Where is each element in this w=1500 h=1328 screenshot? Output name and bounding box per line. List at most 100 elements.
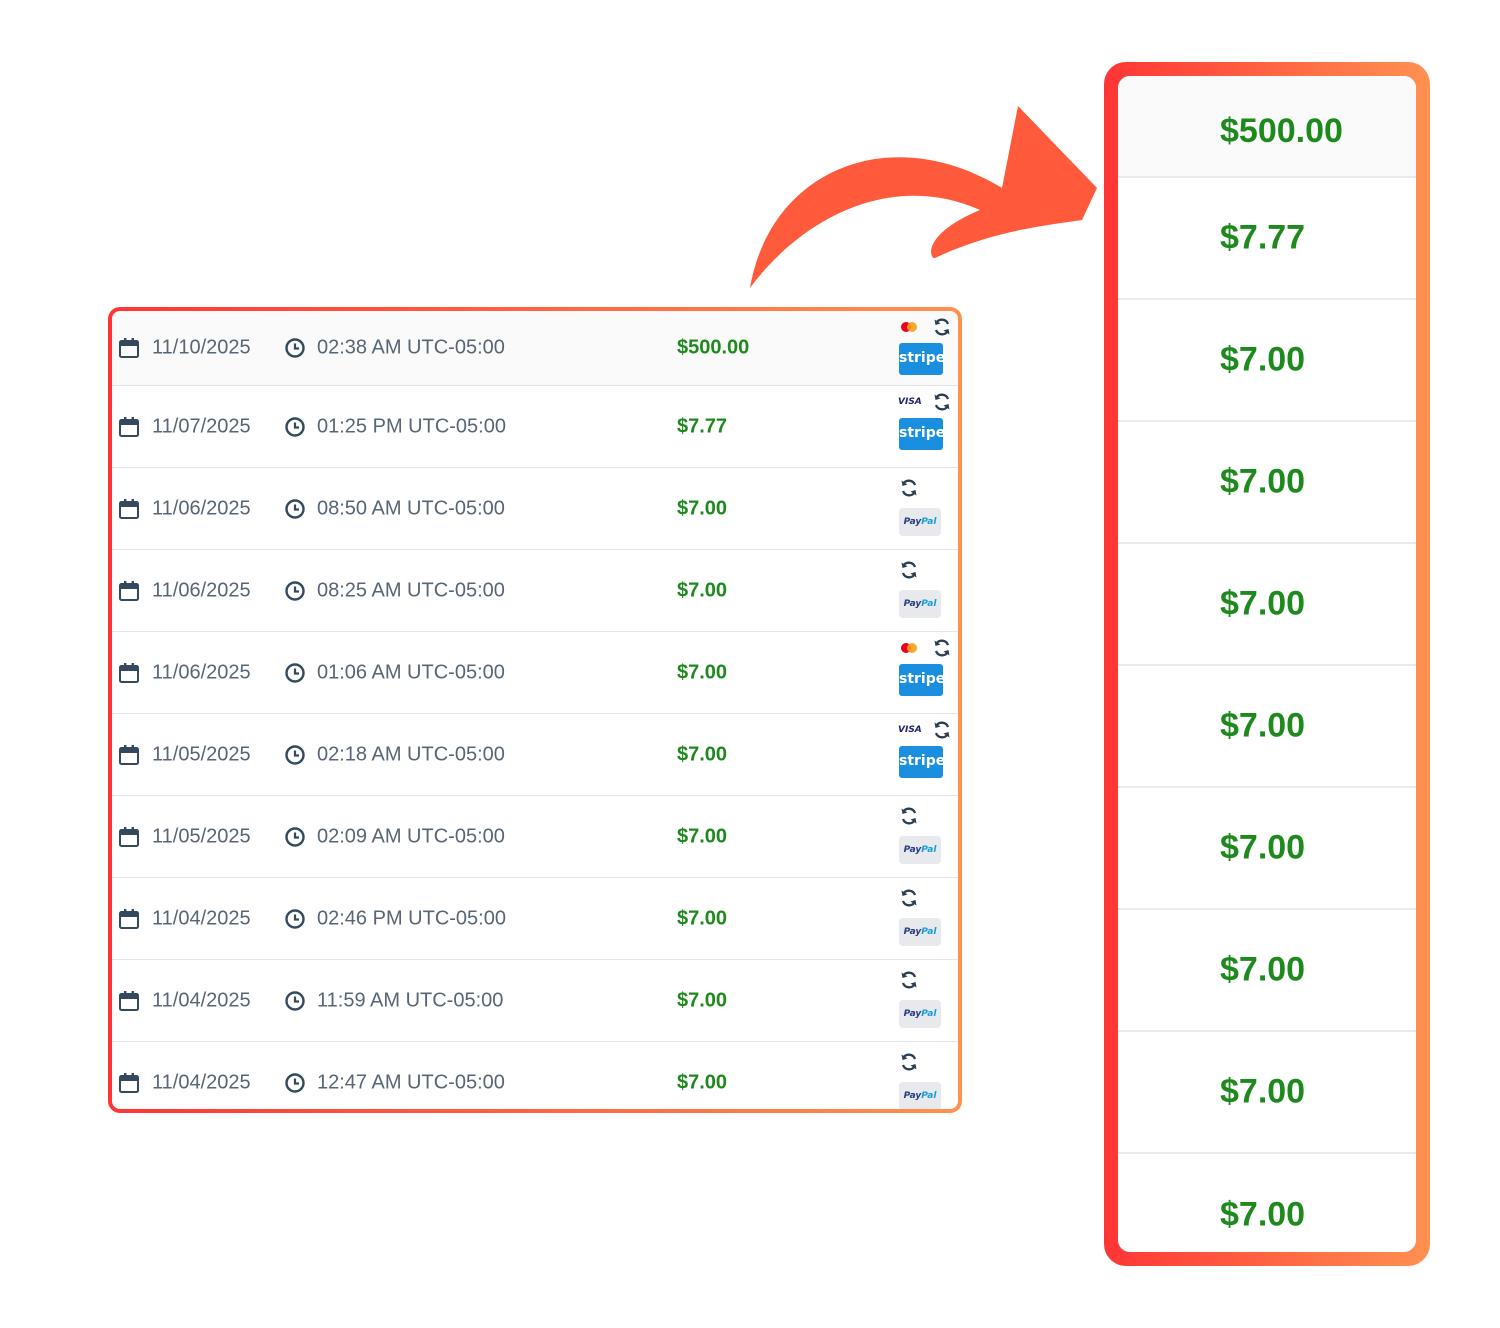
transactions-table-frame: 11/10/2025 02:38 AM UTC-05:00 $500.00 st…: [108, 307, 962, 1113]
clock-icon: [285, 1073, 305, 1093]
zoom-row: $7.00: [1118, 300, 1416, 422]
transaction-date: 11/04/2025: [152, 989, 251, 1011]
payment-method: VISA stripe: [896, 718, 958, 790]
zoom-amount: $7.00: [1220, 584, 1306, 623]
table-row[interactable]: 11/05/2025 02:18 AM UTC-05:00 $7.00 VISA…: [112, 714, 958, 796]
transaction-date: 11/05/2025: [152, 825, 251, 847]
refresh-icon: [901, 889, 917, 907]
paypal-label-pay: Pay: [903, 1009, 922, 1019]
mastercard-icon: [901, 322, 917, 332]
paypal-label-pal: Pal: [921, 927, 937, 937]
payment-method: stripe: [896, 636, 958, 708]
calendar-icon: [119, 908, 139, 929]
paypal-label-pay: Pay: [903, 517, 922, 527]
table-row[interactable]: 11/04/2025 11:59 AM UTC-05:00 $7.00 PayP…: [112, 960, 958, 1042]
amount-zoom-frame: $500.00 $7.77 $7.00 $7.00 $7.00 $7.00 $7.00 $7.…: [1104, 62, 1430, 1266]
zoom-row: $7.00: [1118, 422, 1416, 544]
paypal-label-pal: Pal: [921, 599, 937, 609]
zoom-row: $500.00: [1118, 76, 1416, 178]
transaction-time: 01:25 PM UTC-05:00: [317, 415, 506, 437]
transaction-time: 11:59 AM UTC-05:00: [317, 989, 504, 1011]
refresh-icon: [901, 971, 917, 989]
transaction-amount: $7.00: [677, 825, 728, 847]
table-row[interactable]: 11/10/2025 02:38 AM UTC-05:00 $500.00 st…: [112, 311, 958, 386]
transactions-table: 11/10/2025 02:38 AM UTC-05:00 $500.00 st…: [112, 311, 958, 1109]
zoom-amount: $7.00: [1220, 828, 1306, 867]
zoom-row: $7.00: [1118, 666, 1416, 788]
transaction-date: 11/06/2025: [152, 661, 251, 683]
table-row[interactable]: 11/06/2025 08:25 AM UTC-05:00 $7.00 PayP…: [112, 550, 958, 632]
transaction-date: 11/04/2025: [152, 907, 251, 929]
transaction-amount: $7.00: [677, 579, 728, 601]
clock-icon: [285, 908, 305, 929]
transaction-date: 11/05/2025: [152, 743, 251, 765]
table-row[interactable]: 11/04/2025 12:47 AM UTC-05:00 $7.00 PayP…: [112, 1042, 958, 1109]
paypal-badge: PayPal: [899, 918, 941, 946]
clock-icon: [285, 744, 305, 765]
paypal-badge: PayPal: [899, 508, 941, 536]
zoom-amount: $7.00: [1220, 462, 1306, 501]
transaction-amount: $7.00: [677, 497, 728, 519]
transaction-time: 02:18 AM UTC-05:00: [317, 743, 505, 765]
table-row[interactable]: 11/06/2025 01:06 AM UTC-05:00 $7.00 stri…: [112, 632, 958, 714]
transaction-date: 11/10/2025: [152, 336, 251, 359]
paypal-badge: PayPal: [899, 1000, 941, 1028]
transaction-amount: $7.00: [677, 989, 728, 1011]
clock-icon: [285, 580, 305, 601]
calendar-icon: [119, 744, 139, 765]
refresh-icon: [901, 479, 917, 497]
transaction-time: 02:38 AM UTC-05:00: [317, 336, 505, 359]
table-row[interactable]: 11/04/2025 02:46 PM UTC-05:00 $7.00 PayP…: [112, 878, 958, 960]
calendar-icon: [119, 580, 139, 601]
refresh-icon: [901, 807, 917, 825]
zoom-amount: $500.00: [1220, 112, 1343, 150]
refresh-icon: [934, 318, 950, 336]
payment-method: PayPal: [896, 554, 958, 626]
zoom-row: $7.77: [1118, 178, 1416, 300]
zoom-amount: $7.00: [1220, 340, 1306, 379]
transaction-time: 08:25 AM UTC-05:00: [317, 579, 505, 601]
payment-method: VISA stripe: [896, 390, 958, 462]
calendar-icon: [119, 826, 139, 847]
zoom-amount: $7.00: [1220, 706, 1306, 745]
refresh-icon: [901, 1053, 917, 1071]
clock-icon: [285, 338, 305, 358]
transaction-time: 08:50 AM UTC-05:00: [317, 497, 505, 519]
table-row[interactable]: 11/07/2025 01:25 PM UTC-05:00 $7.77 VISA…: [112, 386, 958, 468]
clock-icon: [285, 498, 305, 519]
clock-icon: [285, 662, 305, 683]
curved-arrow-icon: [750, 106, 1097, 288]
paypal-label-pay: Pay: [903, 599, 922, 609]
zoom-amount: $7.00: [1220, 1072, 1306, 1111]
paypal-label-pal: Pal: [921, 1091, 937, 1101]
transaction-amount: $7.00: [677, 907, 728, 929]
table-row[interactable]: 11/06/2025 08:50 AM UTC-05:00 $7.00 PayP…: [112, 468, 958, 550]
transaction-date: 11/04/2025: [152, 1071, 251, 1094]
visa-icon: VISA: [898, 725, 922, 735]
clock-icon: [285, 990, 305, 1011]
calendar-icon: [119, 416, 139, 437]
mastercard-icon: [901, 643, 917, 653]
calendar-icon: [119, 990, 139, 1011]
paypal-label-pal: Pal: [921, 845, 937, 855]
paypal-label-pal: Pal: [921, 517, 937, 527]
zoom-amount: $7.00: [1220, 950, 1306, 989]
clock-icon: [285, 416, 305, 437]
paypal-label-pal: Pal: [921, 1009, 937, 1019]
calendar-icon: [119, 498, 139, 519]
paypal-label-pay: Pay: [903, 927, 922, 937]
clock-icon: [285, 826, 305, 847]
zoom-row: $7.00: [1118, 910, 1416, 1032]
zoom-row: $7.00: [1118, 544, 1416, 666]
transaction-date: 11/06/2025: [152, 579, 251, 601]
visa-icon: VISA: [898, 397, 922, 407]
paypal-label-pay: Pay: [903, 1091, 922, 1101]
paypal-label-pay: Pay: [903, 845, 922, 855]
payment-method: PayPal: [896, 472, 958, 544]
calendar-icon: [119, 1073, 139, 1093]
calendar-icon: [119, 338, 139, 358]
stripe-badge: stripe: [899, 746, 945, 778]
table-row[interactable]: 11/05/2025 02:09 AM UTC-05:00 $7.00 PayP…: [112, 796, 958, 878]
transaction-amount: $7.77: [677, 415, 728, 437]
refresh-icon: [901, 561, 917, 579]
